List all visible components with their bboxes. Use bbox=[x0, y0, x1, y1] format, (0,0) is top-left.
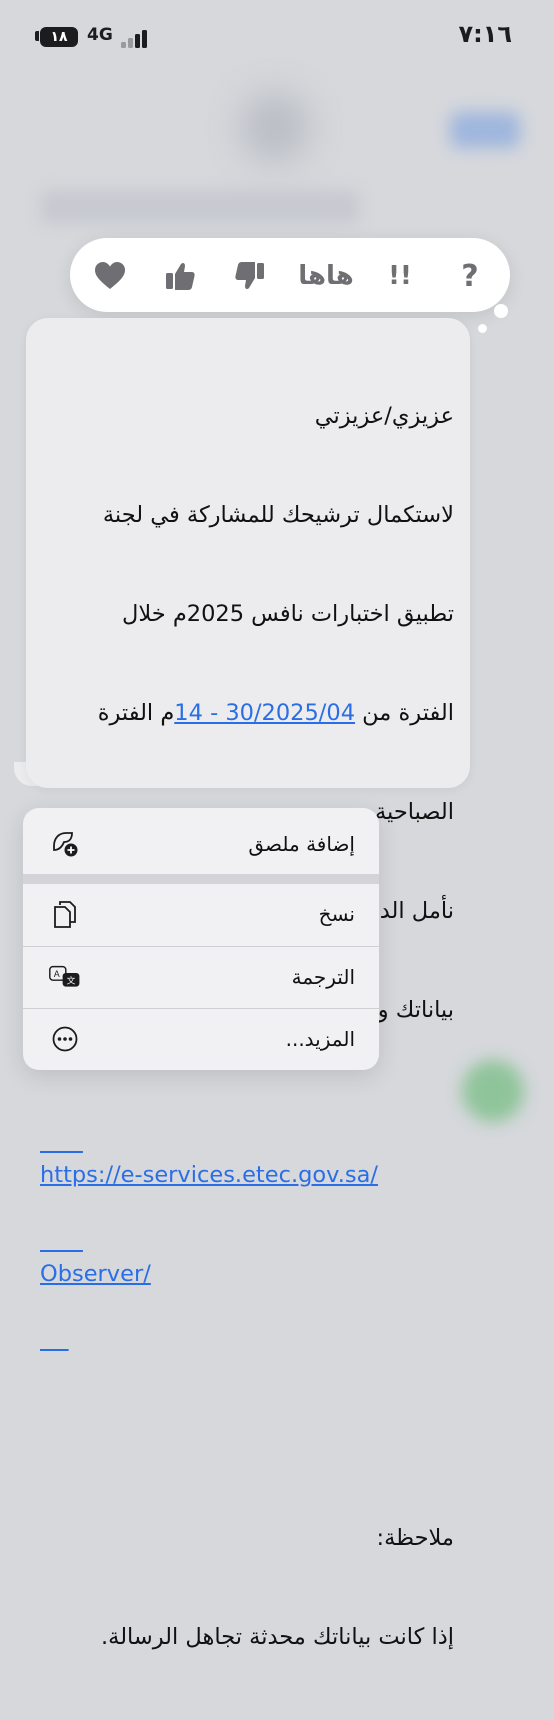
note-text: إذا كانت بياناتك محدثة تجاهل الرسالة. bbox=[100, 1624, 454, 1650]
thumbs-down-reaction-button[interactable] bbox=[228, 254, 272, 298]
url-line[interactable]: Observer/ bbox=[40, 1258, 454, 1291]
message-line: عزيزي/عزيزتي bbox=[314, 403, 454, 429]
bar-tail-dot bbox=[494, 304, 508, 318]
message-line-period: الفترة من 14 - 30/2025/04م الفترة bbox=[40, 697, 454, 730]
tapback-reaction-bar: هاها !! ? bbox=[70, 238, 510, 333]
bar-tail-dot-small bbox=[478, 324, 487, 333]
network-type: 4G bbox=[87, 25, 113, 45]
status-bar: ١٨ 4G ٧:١٦ bbox=[0, 0, 554, 70]
menu-item-add-sticker[interactable]: إضافة ملصق bbox=[23, 814, 379, 874]
background-green-button bbox=[462, 1060, 524, 1122]
note-label: ملاحظة: bbox=[376, 1525, 455, 1551]
status-time: ٧:١٦ bbox=[458, 20, 512, 48]
message-line: لاستكمال ترشيحك للمشاركة في لجنة bbox=[102, 502, 454, 528]
svg-text:文: 文 bbox=[67, 974, 76, 986]
haha-label: هاها bbox=[298, 261, 354, 291]
copy-icon bbox=[49, 898, 81, 930]
menu-item-label: الترجمة bbox=[291, 965, 355, 989]
translate-icon: A 文 bbox=[49, 961, 81, 993]
menu-item-label: نسخ bbox=[318, 902, 355, 926]
url-link[interactable]: https://e-services.etec.gov.sa/ Observer… bbox=[40, 1093, 454, 1357]
question-reaction-button[interactable]: ? bbox=[448, 254, 492, 298]
exclamation-icon: !! bbox=[388, 261, 412, 291]
menu-item-more[interactable]: المزيد... bbox=[23, 1009, 379, 1069]
heart-icon bbox=[95, 262, 125, 289]
message-line: تطبيق اختبارات نافس 2025م خلال bbox=[121, 601, 454, 627]
date-range-link[interactable]: 14 - 30/2025/04 bbox=[174, 700, 355, 726]
svg-text:A: A bbox=[54, 970, 60, 980]
menu-item-label: إضافة ملصق bbox=[248, 832, 355, 856]
menu-item-label: المزيد... bbox=[285, 1027, 355, 1051]
battery-indicator: ١٨ bbox=[40, 27, 78, 47]
url-line[interactable]: https://e-services.etec.gov.sa/ bbox=[40, 1159, 454, 1192]
question-icon: ? bbox=[461, 258, 479, 294]
message-bubble[interactable]: عزيزي/عزيزتي لاستكمال ترشيحك للمشاركة في… bbox=[26, 318, 470, 1650]
period-prefix: الفترة من bbox=[355, 700, 454, 726]
haha-reaction-button[interactable]: هاها bbox=[298, 254, 354, 298]
period-suffix: م الفترة bbox=[97, 700, 175, 726]
menu-section-divider bbox=[23, 874, 379, 884]
more-icon bbox=[49, 1023, 81, 1055]
menu-item-translate[interactable]: الترجمة A 文 bbox=[23, 947, 379, 1007]
heart-reaction-button[interactable] bbox=[88, 254, 132, 298]
add-sticker-icon bbox=[49, 828, 81, 860]
menu-item-copy[interactable]: نسخ bbox=[23, 884, 379, 944]
emphasize-reaction-button[interactable]: !! bbox=[378, 254, 422, 298]
background-avatar bbox=[240, 92, 310, 162]
background-row bbox=[40, 190, 360, 224]
thumbs-up-icon bbox=[166, 262, 195, 290]
battery-cap bbox=[35, 31, 39, 41]
background-button bbox=[450, 112, 520, 148]
context-menu: إضافة ملصق نسخ الترجمة A 文 المزيد... bbox=[23, 808, 379, 1070]
thumbs-down-icon bbox=[235, 262, 264, 290]
thumbs-up-reaction-button[interactable] bbox=[158, 254, 202, 298]
signal-strength-icon bbox=[121, 30, 151, 48]
